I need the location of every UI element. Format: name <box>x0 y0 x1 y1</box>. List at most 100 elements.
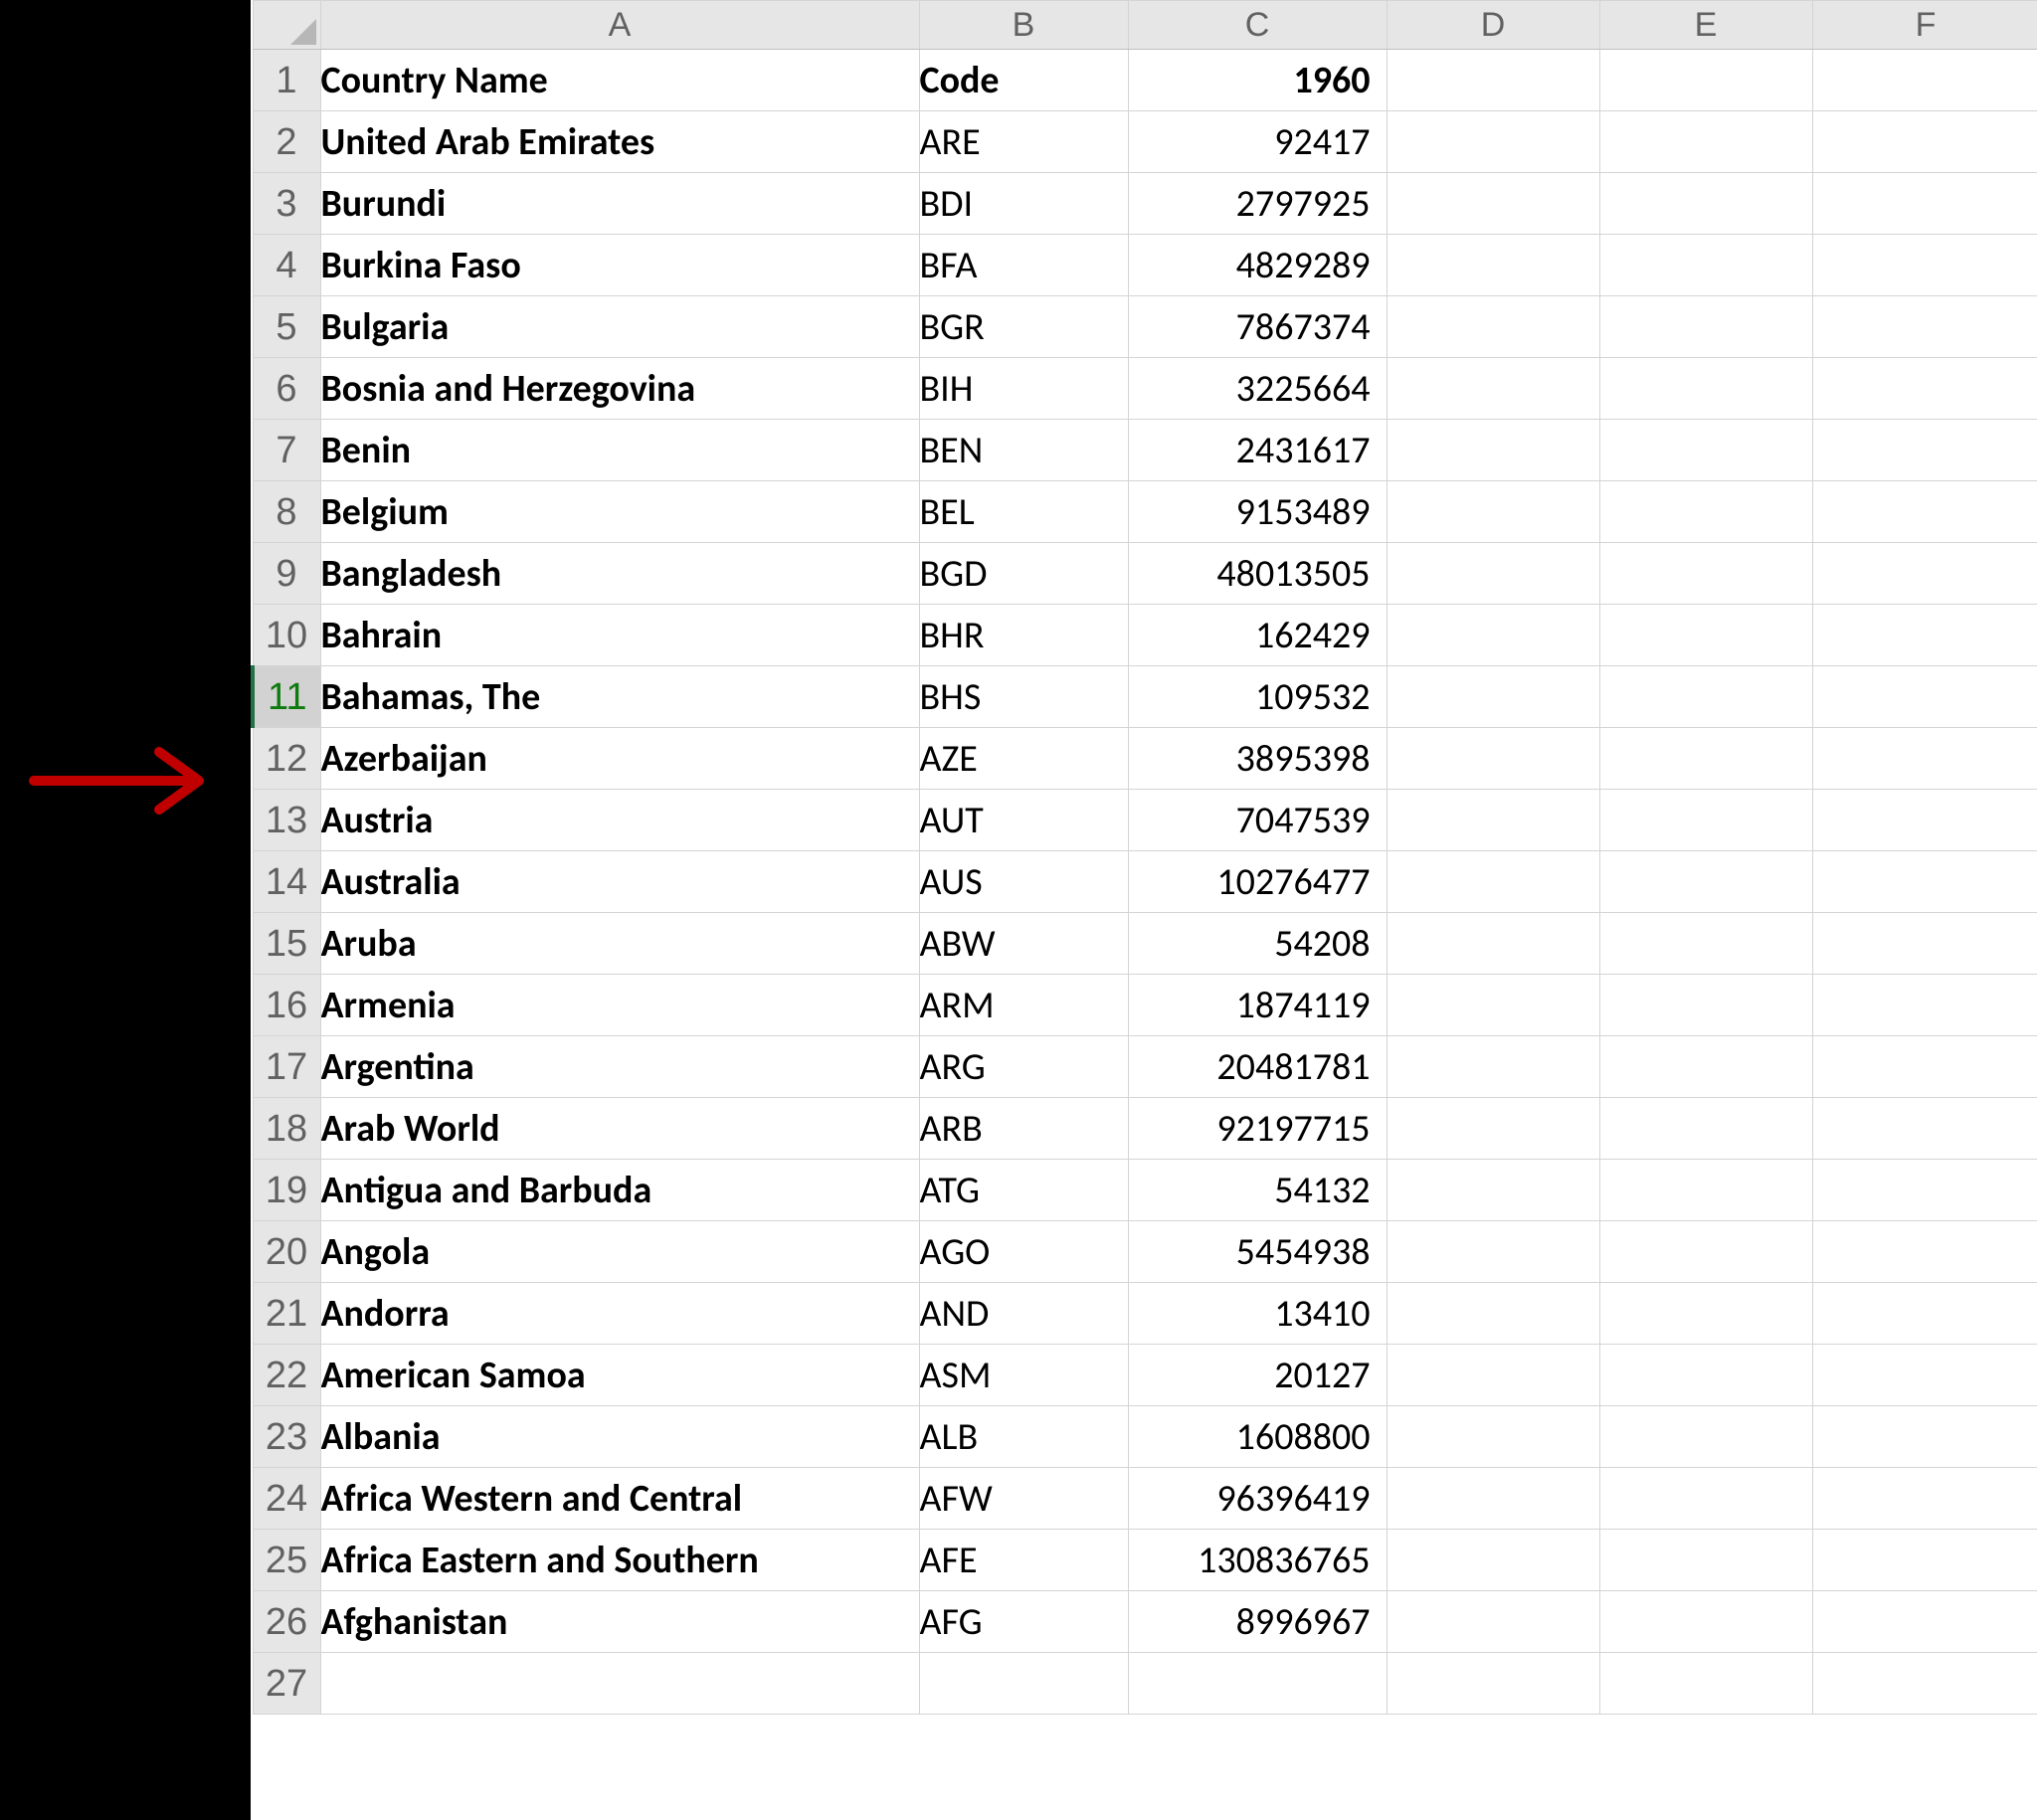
cell-code[interactable]: BIH <box>919 358 1128 420</box>
cell-country-name[interactable]: Burundi <box>320 173 919 235</box>
table-row[interactable]: 5BulgariaBGR7867374 <box>253 296 2037 358</box>
cell-code[interactable]: AFW <box>919 1468 1128 1530</box>
cell-empty[interactable] <box>1812 296 2037 358</box>
cell-empty[interactable] <box>1812 1160 2037 1221</box>
cell-country-name[interactable]: United Arab Emirates <box>320 111 919 173</box>
cell-empty[interactable] <box>1387 1283 1599 1345</box>
col-header-A[interactable]: A <box>320 1 919 50</box>
cell-empty[interactable] <box>1599 913 1812 975</box>
row-header[interactable]: 3 <box>253 173 320 235</box>
cell-empty[interactable] <box>1387 605 1599 666</box>
cell-empty[interactable] <box>1812 605 2037 666</box>
cell-empty[interactable] <box>1599 1345 1812 1406</box>
cell-country-name[interactable]: Andorra <box>320 1283 919 1345</box>
row-header[interactable]: 6 <box>253 358 320 420</box>
cell-country-name[interactable]: Bahamas, The <box>320 666 919 728</box>
cell-country-name[interactable]: Angola <box>320 1221 919 1283</box>
cell-country-name[interactable]: Africa Eastern and Southern <box>320 1530 919 1591</box>
cell-value[interactable]: 4829289 <box>1128 235 1387 296</box>
cell-value[interactable] <box>1128 1653 1387 1715</box>
table-row[interactable]: 1Country NameCode1960 <box>253 50 2037 111</box>
cell-empty[interactable] <box>1812 358 2037 420</box>
row-header[interactable]: 19 <box>253 1160 320 1221</box>
cell-country-name[interactable]: Africa Western and Central <box>320 1468 919 1530</box>
cell-country-name[interactable]: Afghanistan <box>320 1591 919 1653</box>
cell-empty[interactable] <box>1599 1406 1812 1468</box>
cell-country-name[interactable]: Australia <box>320 851 919 913</box>
table-row[interactable]: 6Bosnia and HerzegovinaBIH3225664 <box>253 358 2037 420</box>
table-row[interactable]: 21AndorraAND13410 <box>253 1283 2037 1345</box>
cell-empty[interactable] <box>1812 913 2037 975</box>
row-header[interactable]: 12 <box>253 728 320 790</box>
cell-empty[interactable] <box>1812 481 2037 543</box>
cell-value[interactable]: 162429 <box>1128 605 1387 666</box>
table-row[interactable]: 24Africa Western and CentralAFW96396419 <box>253 1468 2037 1530</box>
table-row[interactable]: 4Burkina FasoBFA4829289 <box>253 235 2037 296</box>
row-header[interactable]: 16 <box>253 975 320 1036</box>
cell-empty[interactable] <box>1599 1160 1812 1221</box>
cell-code[interactable]: Code <box>919 50 1128 111</box>
table-row[interactable]: 3BurundiBDI2797925 <box>253 173 2037 235</box>
cell-value[interactable]: 13410 <box>1128 1283 1387 1345</box>
cell-empty[interactable] <box>1812 420 2037 481</box>
cell-empty[interactable] <box>1599 1591 1812 1653</box>
cell-country-name[interactable]: Aruba <box>320 913 919 975</box>
cell-value[interactable]: 20127 <box>1128 1345 1387 1406</box>
cell-empty[interactable] <box>1387 1098 1599 1160</box>
cell-empty[interactable] <box>1387 1530 1599 1591</box>
cell-empty[interactable] <box>1812 1468 2037 1530</box>
cell-empty[interactable] <box>1387 913 1599 975</box>
row-header[interactable]: 20 <box>253 1221 320 1283</box>
cell-empty[interactable] <box>1812 790 2037 851</box>
cell-empty[interactable] <box>1387 358 1599 420</box>
table-row[interactable]: 15ArubaABW54208 <box>253 913 2037 975</box>
cell-empty[interactable] <box>1812 1530 2037 1591</box>
cell-code[interactable]: BGR <box>919 296 1128 358</box>
cell-code[interactable]: BHR <box>919 605 1128 666</box>
table-row[interactable]: 17ArgentinaARG20481781 <box>253 1036 2037 1098</box>
cell-empty[interactable] <box>1812 1345 2037 1406</box>
column-header-row[interactable]: A B C D E F <box>253 1 2037 50</box>
col-header-D[interactable]: D <box>1387 1 1599 50</box>
cell-empty[interactable] <box>1387 975 1599 1036</box>
cell-empty[interactable] <box>1599 173 1812 235</box>
row-header[interactable]: 14 <box>253 851 320 913</box>
row-header[interactable]: 5 <box>253 296 320 358</box>
cell-value[interactable]: 7867374 <box>1128 296 1387 358</box>
cell-empty[interactable] <box>1812 235 2037 296</box>
col-header-F[interactable]: F <box>1812 1 2037 50</box>
table-row[interactable]: 20AngolaAGO5454938 <box>253 1221 2037 1283</box>
cell-empty[interactable] <box>1387 111 1599 173</box>
cell-code[interactable]: BDI <box>919 173 1128 235</box>
cell-empty[interactable] <box>1812 1221 2037 1283</box>
cell-country-name[interactable]: Austria <box>320 790 919 851</box>
cell-code[interactable]: ABW <box>919 913 1128 975</box>
cell-empty[interactable] <box>1599 481 1812 543</box>
table-row[interactable]: 14AustraliaAUS10276477 <box>253 851 2037 913</box>
cell-value[interactable]: 2797925 <box>1128 173 1387 235</box>
cell-empty[interactable] <box>1599 1653 1812 1715</box>
cell-value[interactable]: 10276477 <box>1128 851 1387 913</box>
row-header[interactable]: 4 <box>253 235 320 296</box>
cell-empty[interactable] <box>1599 790 1812 851</box>
cell-empty[interactable] <box>1599 420 1812 481</box>
cell-value[interactable]: 9153489 <box>1128 481 1387 543</box>
cell-country-name[interactable]: Arab World <box>320 1098 919 1160</box>
row-header[interactable]: 2 <box>253 111 320 173</box>
cell-value[interactable]: 8996967 <box>1128 1591 1387 1653</box>
cell-empty[interactable] <box>1387 420 1599 481</box>
table-row[interactable]: 8BelgiumBEL9153489 <box>253 481 2037 543</box>
table-row[interactable]: 19Antigua and BarbudaATG54132 <box>253 1160 2037 1221</box>
row-header[interactable]: 23 <box>253 1406 320 1468</box>
cell-code[interactable]: BEN <box>919 420 1128 481</box>
row-header[interactable]: 15 <box>253 913 320 975</box>
row-header[interactable]: 7 <box>253 420 320 481</box>
cell-code[interactable]: ARG <box>919 1036 1128 1098</box>
cell-empty[interactable] <box>1599 358 1812 420</box>
cell-empty[interactable] <box>1387 1160 1599 1221</box>
row-header[interactable]: 10 <box>253 605 320 666</box>
cell-empty[interactable] <box>1812 1283 2037 1345</box>
cell-value[interactable]: 1608800 <box>1128 1406 1387 1468</box>
row-header[interactable]: 1 <box>253 50 320 111</box>
row-header[interactable]: 24 <box>253 1468 320 1530</box>
